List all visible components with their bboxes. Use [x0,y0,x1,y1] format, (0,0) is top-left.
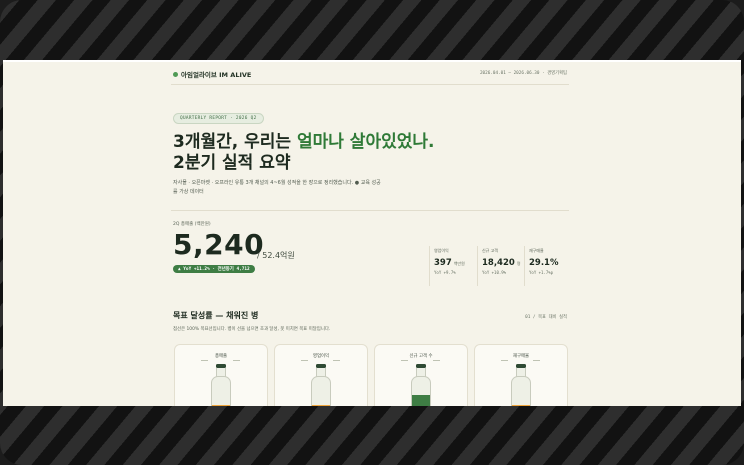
bottle-body [311,376,331,406]
divider [171,210,569,211]
target-line [501,360,508,361]
bottle-body [211,376,231,406]
target-line [301,360,308,361]
stat-value: 29.1% [529,258,561,268]
stat-new-customers: 신규 고객 18,420 명 YoY +10.9% [477,246,523,286]
stat-unit: 명 [516,261,521,266]
report-period: 2026.04.01 – 2026.06.30 · 경영기획팀 [479,71,567,76]
stat-operating-profit: 영업이익 397 백만원 YoY +9.7% [429,246,475,286]
section-index: 01 / 목표 대비 실적 [525,315,567,320]
stat-number: 397 [434,258,452,268]
bottle-fill [512,404,530,406]
headline-line1-accent: 얼마나 살아있었나. [296,132,435,152]
kpi-label: 2Q 총매출 (백만원) [173,222,211,227]
brand-name: 아임얼라이브 IM ALIVE [181,71,252,79]
target-line [533,360,540,361]
stat-yoy: YoY +10.9% [482,270,507,275]
stat-yoy: YoY +1.7%p [529,270,554,275]
stat-unit: 백만원 [453,261,465,266]
card-label: 총매출 [214,354,228,359]
kpi-unit: / 52.4억원 [257,251,295,260]
stat-number: 29.1% [529,258,559,268]
bottle-icon [511,364,531,406]
stat-number: 18,420 [482,258,515,268]
stat-value: 397 백만원 [434,258,465,268]
stat-label: 신규 고객 [482,248,498,253]
section-title: 목표 달성률 — 채워진 병 [173,311,259,320]
bottle-fill [212,404,230,406]
stat-group: 영업이익 397 백만원 YoY +9.7% 신규 고객 18,420 명 YoY … [429,246,569,286]
target-line [233,360,240,361]
goal-card-new-customers[interactable]: 신규 고객 수 [374,344,468,406]
headline-line1-pre: 3개월간, 우리는 [173,132,297,152]
bottle-fill [312,404,330,406]
kpi-value: 5,240 [173,228,265,261]
stat-repurchase-rate: 재구매율 29.1% YoY +1.7%p [524,246,570,286]
bottle-icon [211,364,231,406]
goal-cards: 총매출 영업이익 신규 고객 수 재구매율 [174,344,570,406]
target-line [433,360,440,361]
card-label: 재구매율 [512,354,530,359]
target-line [201,360,208,361]
card-label: 영업이익 [312,354,330,359]
browser-viewport: 아임얼라이브 IM ALIVE 2026.04.01 – 2026.06.30 … [3,60,741,406]
brand-dot-icon [173,71,178,77]
bottle-body [511,376,531,406]
stat-yoy: YoY +9.7% [434,270,456,275]
card-label: 신규 고객 수 [409,354,433,359]
stat-value: 18,420 명 [482,258,521,268]
headline-line2: 2분기 실적 요약 [173,153,291,173]
goal-card-revenue[interactable]: 총매출 [174,344,268,406]
bottle-body [411,376,431,406]
device-frame: 아임얼라이브 IM ALIVE 2026.04.01 – 2026.06.30 … [0,0,744,465]
brand[interactable]: 아임얼라이브 IM ALIVE [173,69,251,79]
kpi-yoy-badge: ▲ YoY +11.2% · 전년동기 4,712 [173,265,255,273]
bottle-fill [412,395,430,406]
page-title: 3개월간, 우리는 얼마나 살아있었나. 2분기 실적 요약 [173,132,434,174]
stat-label: 재구매율 [529,248,544,253]
report-tag: QUARTERLY REPORT · 2026 Q2 [173,113,264,124]
target-line [333,360,340,361]
bottle-icon [411,364,431,406]
bottle-icon [311,364,331,406]
stat-label: 영업이익 [434,248,449,253]
goal-card-operating-profit[interactable]: 영업이익 [274,344,368,406]
target-line [401,360,408,361]
report-page: 아임얼라이브 IM ALIVE 2026.04.01 – 2026.06.30 … [171,62,569,406]
top-bar: 아임얼라이브 IM ALIVE 2026.04.01 – 2026.06.30 … [171,62,569,85]
page-description: 자사몰 · 오픈마켓 · 오프라인 유통 3개 채널의 4~6월 성적을 한 장… [173,180,381,195]
section-subtitle: 점선은 100% 목표선입니다. 병이 선을 넘으면 초과 달성, 못 미치면 … [173,327,331,332]
goal-card-repurchase-rate[interactable]: 재구매율 [474,344,568,406]
